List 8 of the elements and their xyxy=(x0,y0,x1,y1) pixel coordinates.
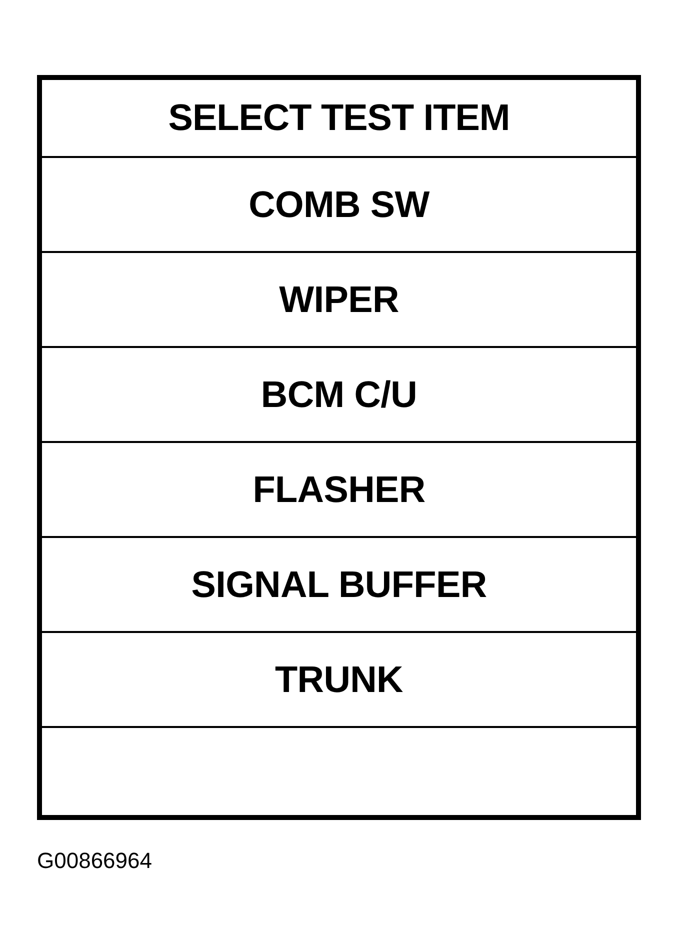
menu-item[interactable]: BCM C/U xyxy=(260,374,418,416)
menu-item[interactable]: COMB SW xyxy=(248,184,430,226)
menu-title: SELECT TEST ITEM xyxy=(167,96,511,140)
menu-item[interactable]: WIPER xyxy=(279,278,399,320)
menu-item[interactable]: TRUNK xyxy=(275,658,403,700)
figure-code: G00866964 xyxy=(37,848,152,874)
menu-item[interactable]: SIGNAL BUFFER xyxy=(191,564,487,606)
menu-item[interactable]: FLASHER xyxy=(252,468,426,510)
